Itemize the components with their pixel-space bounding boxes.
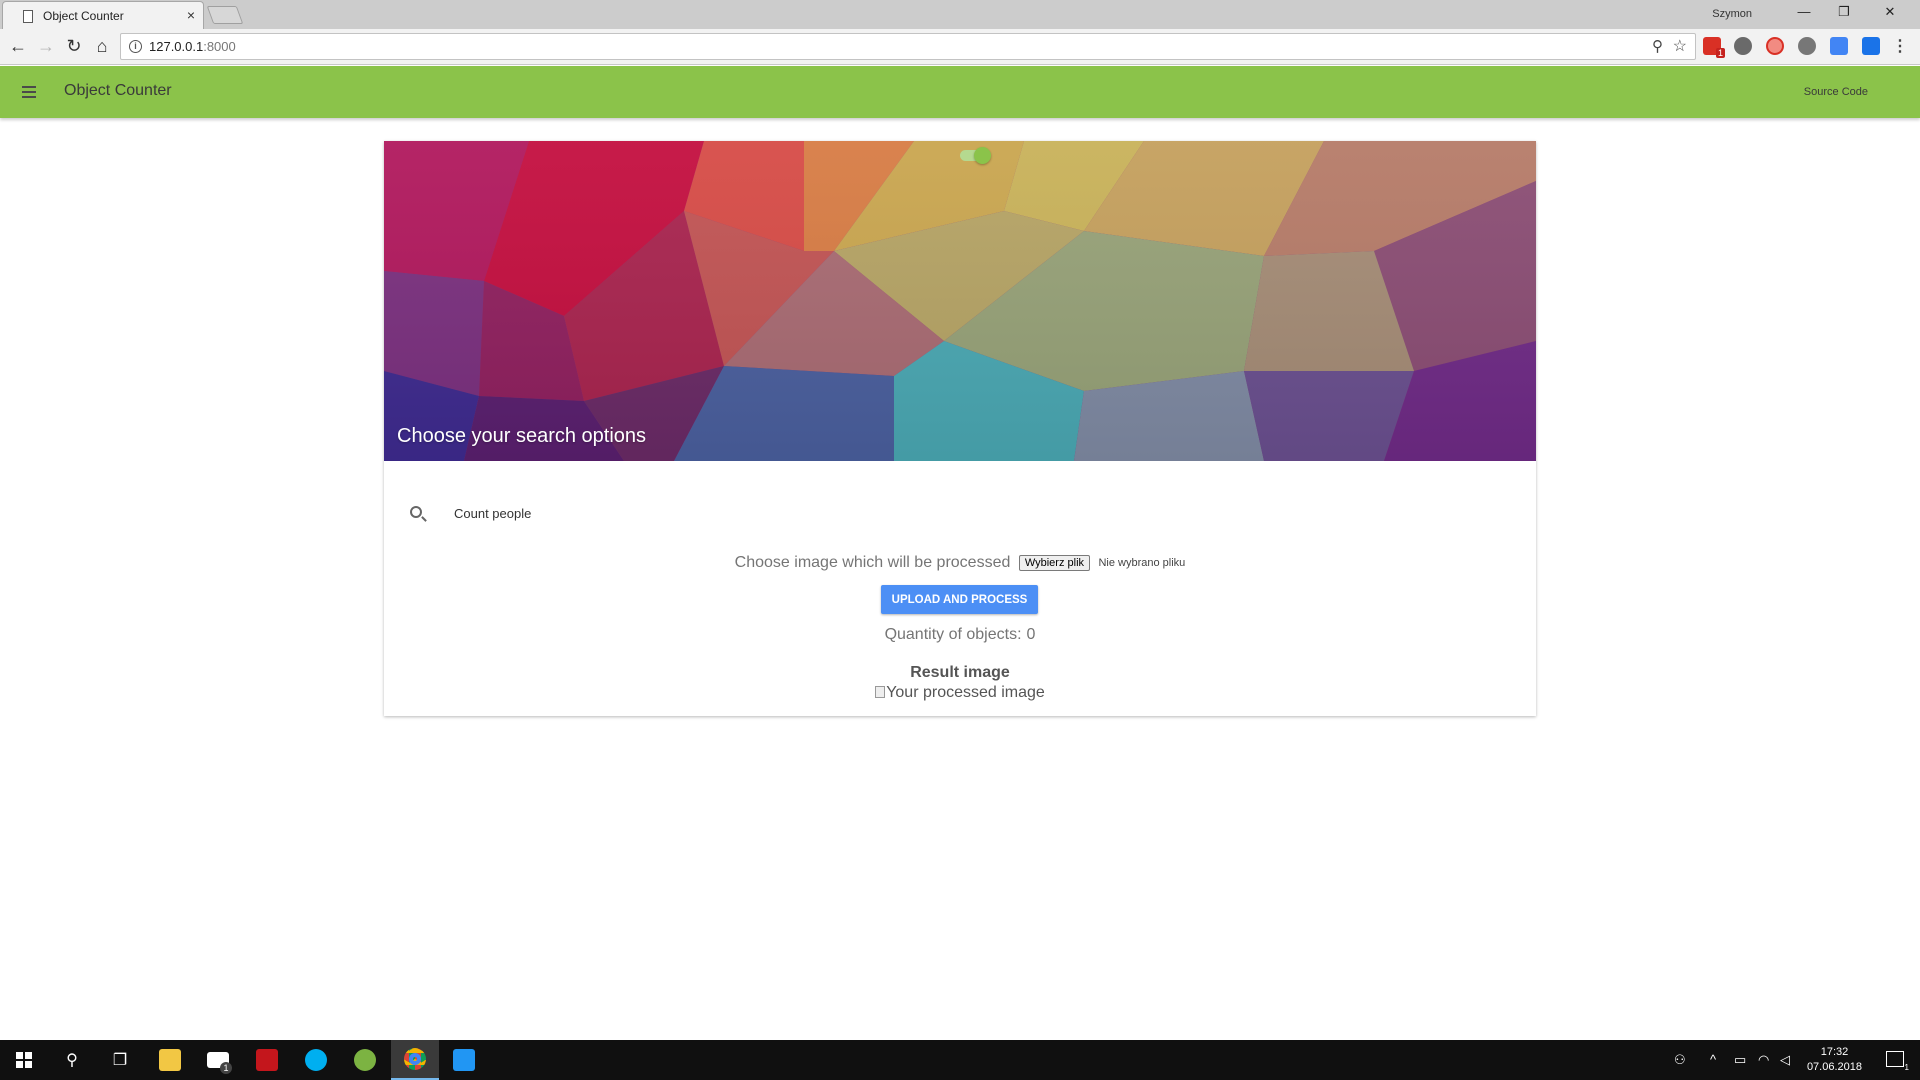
tab-title: Object Counter bbox=[43, 9, 124, 23]
browser-toolbar: ← → ↻ ⌂ i 127.0.0.1:8000 ⚲ ☆ 1 ⋮ bbox=[0, 29, 1920, 65]
wifi-icon[interactable]: ◠ bbox=[1758, 1052, 1769, 1068]
result-image: Your processed image bbox=[384, 684, 1536, 702]
zoom-icon[interactable]: ⚲ bbox=[1652, 37, 1663, 55]
site-info-icon[interactable]: i bbox=[129, 40, 142, 53]
hamburger-menu-icon[interactable] bbox=[22, 86, 36, 101]
hero-title: Choose your search options bbox=[397, 425, 647, 447]
mail-icon[interactable]: 1 bbox=[194, 1040, 242, 1080]
restore-icon[interactable]: ❐ bbox=[1824, 4, 1864, 20]
intellij-icon[interactable] bbox=[440, 1040, 488, 1080]
address-bar[interactable]: i 127.0.0.1:8000 ⚲ ☆ bbox=[120, 33, 1696, 60]
action-center-icon[interactable]: 1 bbox=[1886, 1051, 1909, 1072]
home-icon[interactable]: ⌂ bbox=[90, 36, 114, 57]
count-people-toggle[interactable] bbox=[960, 147, 991, 164]
result-image-alt: Your processed image bbox=[886, 684, 1045, 701]
quantity-value: 0 bbox=[1026, 626, 1036, 643]
minimize-icon[interactable]: — bbox=[1784, 4, 1824, 19]
count-people-label: Count people bbox=[454, 506, 532, 521]
new-tab-button[interactable] bbox=[206, 6, 244, 24]
tab-close-icon[interactable]: × bbox=[187, 7, 195, 23]
circle-extension-icon[interactable] bbox=[1798, 37, 1816, 55]
app-red-icon[interactable] bbox=[243, 1040, 291, 1080]
reload-icon[interactable]: ↻ bbox=[62, 36, 86, 57]
people-icon[interactable]: ⚇ bbox=[1674, 1052, 1686, 1068]
no-file-label: Nie wybrano pliku bbox=[1098, 556, 1186, 569]
quantity-label: Quantity of objects: bbox=[884, 626, 1022, 643]
file-explorer-icon[interactable] bbox=[146, 1040, 194, 1080]
chrome-taskbar-icon[interactable] bbox=[391, 1040, 439, 1080]
translate-extension-icon[interactable] bbox=[1830, 37, 1848, 55]
profile-name[interactable]: Szymon bbox=[1712, 8, 1752, 20]
skype-icon[interactable] bbox=[292, 1040, 340, 1080]
toggle-thumb bbox=[974, 147, 991, 164]
result-image-title: Result image bbox=[910, 664, 1010, 681]
battery-icon[interactable]: ▭ bbox=[1734, 1052, 1746, 1068]
url-text: 127.0.0.1:8000 bbox=[149, 39, 236, 54]
search-icon bbox=[410, 506, 422, 518]
gmail-extension-icon[interactable]: 1 bbox=[1703, 37, 1725, 58]
quantity-of-objects: Quantity of objects: 0 bbox=[384, 626, 1536, 644]
broken-image-icon bbox=[875, 686, 886, 698]
search-taskbar-icon[interactable]: ⚲ bbox=[48, 1040, 96, 1080]
upload-and-process-button[interactable]: UPLOAD AND PROCESS bbox=[881, 585, 1038, 614]
page-icon bbox=[23, 10, 33, 23]
close-window-icon[interactable]: ✕ bbox=[1870, 4, 1910, 20]
android-studio-icon[interactable] bbox=[341, 1040, 389, 1080]
mail-badge: 1 bbox=[220, 1062, 232, 1074]
clock-time: 17:32 bbox=[1820, 1046, 1849, 1058]
upload-row: Choose image which will be processed Wyb… bbox=[384, 554, 1536, 572]
count-people-option: Count people bbox=[410, 499, 810, 529]
volume-icon[interactable]: ◁ bbox=[1780, 1052, 1790, 1068]
search-options-card: Choose your search options Count people … bbox=[384, 141, 1536, 716]
block-extension-icon[interactable] bbox=[1766, 37, 1784, 55]
browser-tabstrip: Object Counter × Szymon — ❐ ✕ bbox=[0, 0, 1920, 29]
download-extension-icon[interactable] bbox=[1862, 37, 1880, 55]
app-title: Object Counter bbox=[64, 82, 172, 99]
browser-tab[interactable]: Object Counter × bbox=[2, 1, 204, 29]
bookmark-star-icon[interactable]: ☆ bbox=[1673, 36, 1687, 56]
upload-prompt: Choose image which will be processed bbox=[734, 554, 1011, 571]
back-icon[interactable]: ← bbox=[6, 36, 30, 57]
clock-date: 07.06.2018 bbox=[1806, 1061, 1862, 1073]
web-extension-icon[interactable] bbox=[1734, 37, 1752, 55]
polygon-background bbox=[384, 141, 1536, 461]
source-code-link[interactable]: Source Code bbox=[1804, 86, 1868, 98]
tray-expand-icon[interactable]: ^ bbox=[1710, 1052, 1716, 1067]
start-icon[interactable] bbox=[0, 1040, 48, 1080]
gmail-badge: 1 bbox=[1715, 48, 1725, 58]
windows-taskbar: ⚲ ❐ 1 ⚇ ^ ▭ ◠ ◁ 17:32 07.06.2018 1 bbox=[0, 1040, 1920, 1080]
notification-badge: 1 bbox=[1904, 1063, 1909, 1072]
forward-icon[interactable]: → bbox=[34, 36, 58, 57]
browser-menu-icon[interactable]: ⋮ bbox=[1892, 36, 1908, 56]
choose-file-button[interactable]: Wybierz plik bbox=[1018, 554, 1091, 571]
app-bar: Object Counter Source Code bbox=[0, 66, 1920, 118]
hero-image: Choose your search options bbox=[384, 141, 1536, 461]
task-view-icon[interactable]: ❐ bbox=[96, 1040, 144, 1080]
taskbar-clock[interactable]: 17:32 07.06.2018 bbox=[1807, 1045, 1862, 1075]
